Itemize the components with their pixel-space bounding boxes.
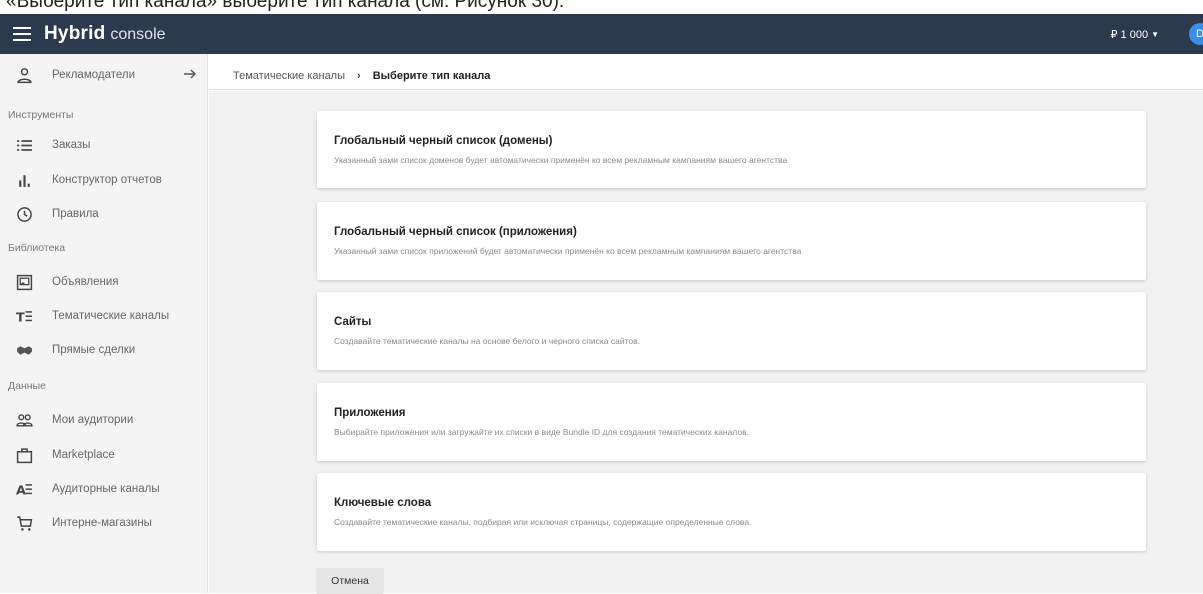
sidebar-item-label: Мои аудитории — [52, 414, 134, 426]
top-bar: Hybrid console ₽ 1 000 ▼ D — [0, 14, 1203, 54]
cancel-button[interactable]: Отмена — [316, 568, 384, 594]
sidebar-item-ads[interactable]: Объявления — [0, 267, 208, 297]
section-library-heading: Библиотека — [8, 242, 66, 254]
sidebar-item-my-audiences[interactable]: Мои аудитории — [0, 405, 208, 435]
channel-type-card-apps[interactable]: Приложения Выбирайте приложения или загр… — [317, 383, 1146, 461]
breadcrumb-separator: › — [357, 69, 361, 82]
sidebar-item-direct-deals[interactable]: Прямые сделки — [0, 335, 208, 365]
sidebar-item-orders[interactable]: Заказы — [0, 130, 208, 160]
main-content: Глобальный черный список (домены) Указан… — [209, 91, 1203, 594]
sidebar-item-marketplace[interactable]: Marketplace — [0, 440, 208, 470]
card-description: Создавайте тематические каналы, подбирая… — [334, 517, 752, 527]
channel-type-card-keywords[interactable]: Ключевые слова Создавайте тематические к… — [317, 473, 1146, 551]
brand-name: Hybrid — [44, 23, 106, 44]
arrow-right-icon — [184, 69, 196, 79]
avatar[interactable]: D — [1189, 23, 1203, 45]
people-icon — [14, 410, 34, 430]
section-data-heading: Данные — [8, 380, 46, 392]
sidebar-item-label: Интерне-магазины — [52, 517, 152, 529]
text-list-icon: T — [14, 306, 34, 326]
briefcase-icon — [14, 445, 34, 465]
channel-type-card-global-domains[interactable]: Глобальный черный список (домены) Указан… — [317, 111, 1146, 188]
sidebar-item-label: Правила — [52, 208, 99, 220]
sidebar-item-thematic-channels[interactable]: T Тематические каналы — [0, 301, 208, 331]
sidebar-item-label: Объявления — [52, 276, 119, 288]
sidebar-item-online-stores[interactable]: Интерне-магазины — [0, 508, 208, 538]
handshake-icon — [14, 340, 34, 360]
card-title: Глобальный черный список (домены) — [334, 135, 553, 147]
brand-logo[interactable]: Hybrid console — [44, 23, 166, 45]
balance-dropdown[interactable]: ₽ 1 000 ▼ — [1110, 28, 1159, 41]
image-frame-icon — [14, 272, 34, 292]
card-title: Ключевые слова — [334, 497, 432, 509]
channel-type-card-sites[interactable]: Сайты Создавайте тематические каналы на … — [317, 292, 1146, 370]
caret-down-icon: ▼ — [1151, 29, 1159, 39]
caption-text: «Выберите тип канала» выберите тип канал… — [6, 0, 565, 12]
sidebar-item-advertisers[interactable]: Рекламодатели — [0, 60, 208, 90]
card-description: Указанный зами список приложений будет а… — [334, 246, 802, 256]
sidebar-item-label: Аудиторные каналы — [52, 483, 160, 495]
person-icon — [14, 65, 34, 85]
cart-icon — [14, 513, 34, 533]
breadcrumb: Тематические каналы › Выберите тип канал… — [209, 62, 1203, 90]
sidebar-item-label: Заказы — [52, 139, 91, 151]
card-title: Глобальный черный список (приложения) — [334, 226, 577, 238]
sidebar-item-rules[interactable]: Правила — [0, 199, 208, 229]
bar-chart-icon — [14, 170, 34, 190]
page-title: Выберите тип канала — [372, 69, 491, 82]
list-icon — [14, 135, 34, 155]
sidebar-item-label: Marketplace — [52, 449, 115, 461]
sidebar: Рекламодатели Инструменты Заказы Констру… — [0, 54, 208, 593]
balance-value: ₽ 1 000 — [1110, 28, 1149, 41]
card-description: Создавайте тематические каналы на основе… — [334, 336, 641, 346]
sidebar-item-audience-channels[interactable]: A Аудиторные каналы — [0, 474, 208, 504]
sidebar-item-label: Рекламодатели — [52, 69, 136, 81]
section-tools-heading: Инструменты — [8, 109, 74, 121]
breadcrumb-link-thematic-channels[interactable]: Тематические каналы — [233, 70, 345, 82]
sidebar-item-label: Прямые сделки — [52, 344, 136, 356]
card-title: Сайты — [334, 316, 372, 328]
clock-icon — [14, 204, 34, 224]
sidebar-item-label: Конструктор отчетов — [52, 174, 162, 186]
document-caption: «Выберите тип канала» выберите тип канал… — [0, 0, 1203, 14]
letter-list-icon: A — [14, 479, 34, 499]
card-title: Приложения — [334, 407, 406, 419]
channel-type-card-global-apps[interactable]: Глобальный черный список (приложения) Ук… — [317, 202, 1146, 280]
svg-text:T: T — [16, 310, 25, 325]
card-description: Выбирайте приложения или загружайте их с… — [334, 427, 749, 437]
brand-subtitle: console — [110, 26, 166, 43]
menu-icon[interactable] — [0, 14, 44, 54]
card-description: Указанный зами список доменов будет авто… — [334, 155, 788, 165]
sidebar-item-label: Тематические каналы — [52, 310, 170, 322]
svg-text:A: A — [16, 483, 26, 498]
sidebar-item-report-builder[interactable]: Конструктор отчетов — [0, 165, 208, 195]
